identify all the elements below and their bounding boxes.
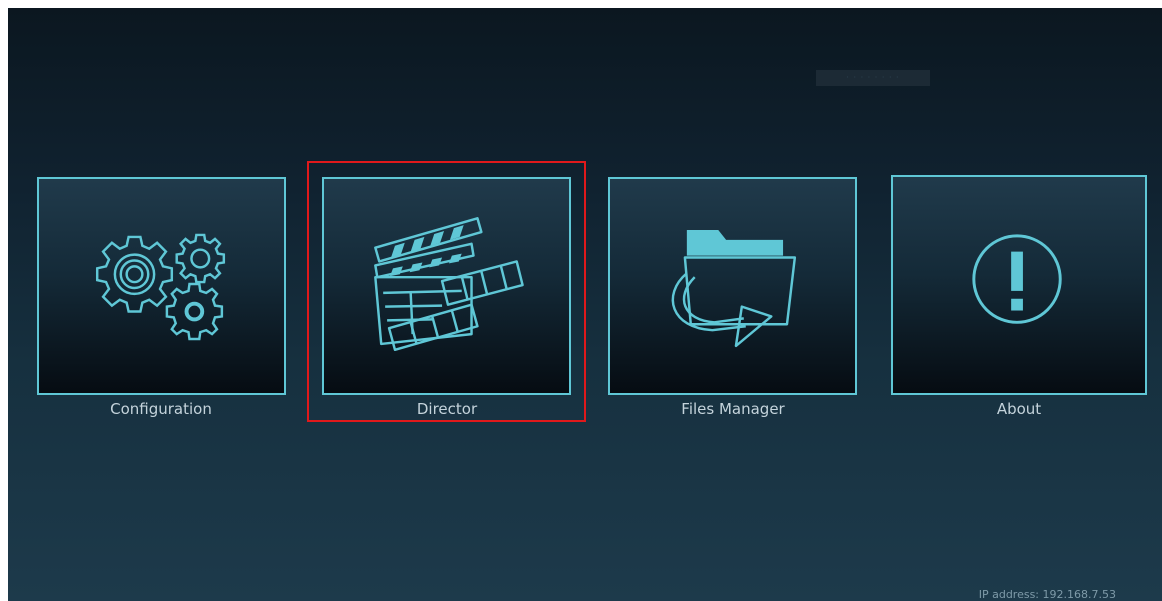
top-status-badge: · · · · · · · · — [816, 70, 930, 86]
ip-address-text: IP address: 192.168.7.53 — [978, 588, 1116, 601]
about-tile[interactable] — [891, 175, 1147, 395]
files-manager-label: Files Manager — [681, 400, 785, 418]
director-label: Director — [416, 400, 478, 418]
configuration-tile[interactable] — [37, 177, 286, 395]
director-tile[interactable] — [322, 177, 571, 395]
configuration-label: Configuration — [110, 400, 212, 418]
about-label: About — [996, 400, 1042, 418]
files-manager-tile[interactable] — [608, 177, 857, 395]
main-menu-screen: · · · · · · · · Configuration Director F… — [8, 8, 1162, 601]
